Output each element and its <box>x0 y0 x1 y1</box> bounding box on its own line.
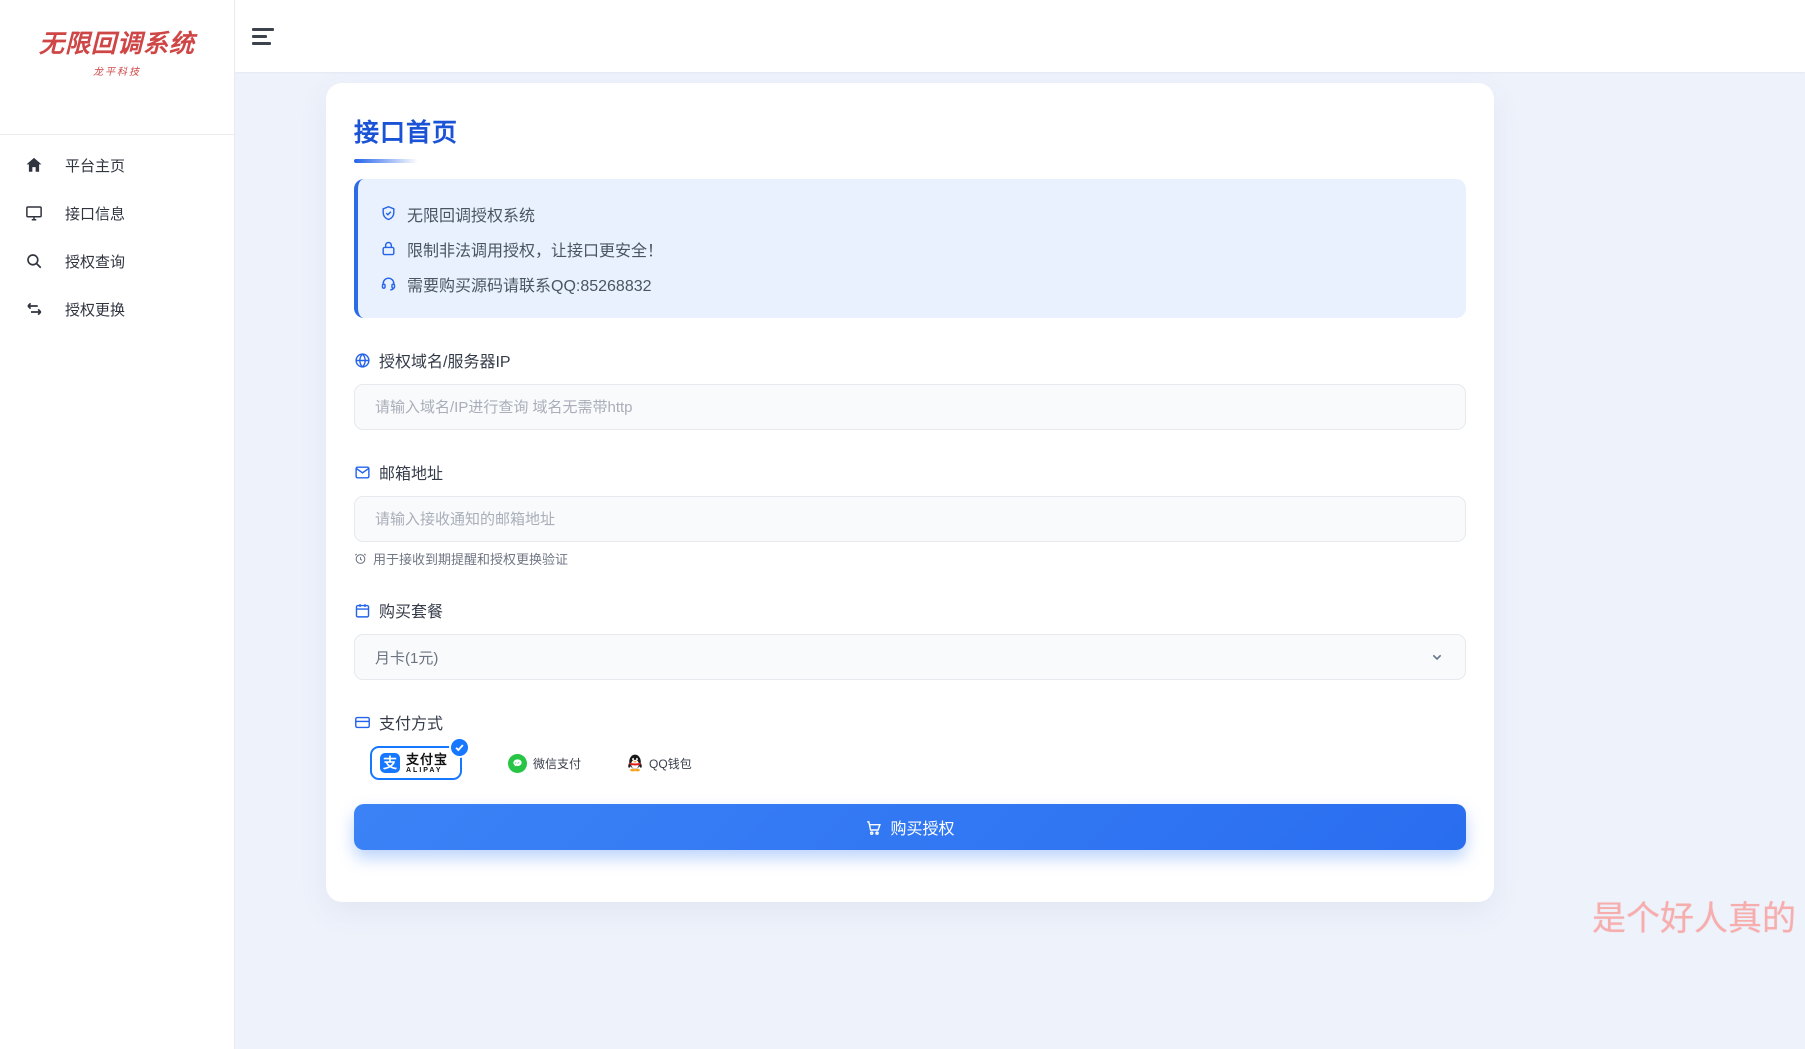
wechat-pay-label: 微信支付 <box>533 755 581 772</box>
logo-title: 无限回调系统 <box>10 30 224 59</box>
logo-subtitle: 龙平科技 <box>10 63 224 78</box>
title-underline <box>354 159 418 163</box>
check-icon <box>454 742 465 753</box>
alipay-name: 支付宝 <box>406 753 448 766</box>
notice-box: 无限回调授权系统 限制非法调用授权，让接口更安全！ 需要购买源码请联系QQ:85… <box>354 179 1466 318</box>
email-input[interactable] <box>354 496 1466 542</box>
monitor-icon <box>25 204 43 222</box>
hamburger-menu-icon[interactable] <box>252 26 276 46</box>
shield-check-icon <box>380 205 397 222</box>
sidebar-item-label: 授权更换 <box>65 299 125 320</box>
sidebar-item-platform-home[interactable]: 平台主页 <box>0 141 234 189</box>
topbar <box>235 0 1805 72</box>
sidebar-item-auth-swap[interactable]: 授权更换 <box>0 285 234 333</box>
payment-options-row: 支 支付宝 ALIPAY 微信支付 <box>354 746 1466 780</box>
lock-icon <box>380 240 397 257</box>
notice-line: 无限回调授权系统 <box>380 196 1444 231</box>
sidebar-item-api-info[interactable]: 接口信息 <box>0 189 234 237</box>
plan-label: 购买套餐 <box>354 598 1466 622</box>
payment-option-alipay[interactable]: 支 支付宝 ALIPAY <box>370 746 462 780</box>
email-field-group: 邮箱地址 用于接收到期提醒和授权更换验证 <box>354 460 1466 568</box>
wechat-pay-icon <box>508 754 527 773</box>
email-label: 邮箱地址 <box>354 460 1466 484</box>
domain-label: 授权域名/服务器IP <box>354 348 1466 372</box>
payment-option-qq[interactable]: QQ钱包 <box>627 754 692 772</box>
notice-text: 无限回调授权系统 <box>407 202 535 226</box>
home-icon <box>25 156 43 174</box>
cart-icon <box>865 819 882 836</box>
search-icon <box>25 252 43 270</box>
sidebar-item-label: 授权查询 <box>65 251 125 272</box>
notice-text: 需要购买源码请联系QQ:85268832 <box>407 272 652 296</box>
calendar-icon <box>354 602 371 619</box>
payment-label: 支付方式 <box>354 710 1466 734</box>
payment-field-group: 支付方式 支 支付宝 ALIPAY 微信支 <box>354 710 1466 780</box>
headset-icon <box>380 275 397 292</box>
alipay-sub: ALIPAY <box>406 767 448 774</box>
sidebar: 无限回调系统 龙平科技 平台主页 接口信息 授权查询 授权更换 <box>0 0 235 1049</box>
alipay-logo-icon: 支 <box>380 753 400 773</box>
notice-line: 限制非法调用授权，让接口更安全！ <box>380 231 1444 266</box>
logo: 无限回调系统 龙平科技 <box>0 0 234 135</box>
qq-wallet-icon <box>627 754 643 772</box>
domain-field-group: 授权域名/服务器IP <box>354 348 1466 430</box>
plan-field-group: 购买套餐 月卡(1元) <box>354 598 1466 680</box>
watermark-text: 是个好人真的 <box>1592 891 1796 940</box>
page-title: 接口首页 <box>354 113 1466 149</box>
chevron-down-icon <box>1429 649 1445 665</box>
plan-selected-value: 月卡(1元) <box>375 647 438 668</box>
globe-icon <box>354 352 371 369</box>
qq-wallet-label: QQ钱包 <box>649 755 692 772</box>
main-content: 接口首页 无限回调授权系统 限制非法调用授权，让接口更安全！ 需要购买源码请联系… <box>235 72 1805 1049</box>
buy-authorization-button[interactable]: 购买授权 <box>354 804 1466 850</box>
sidebar-item-label: 平台主页 <box>65 155 125 176</box>
mail-icon <box>354 464 371 481</box>
alarm-clock-icon <box>354 552 367 565</box>
plan-select[interactable]: 月卡(1元) <box>354 634 1466 680</box>
notice-line: 需要购买源码请联系QQ:85268832 <box>380 266 1444 301</box>
selected-check-badge <box>449 737 470 758</box>
swap-icon <box>25 300 43 318</box>
sidebar-item-auth-query[interactable]: 授权查询 <box>0 237 234 285</box>
notice-text: 限制非法调用授权，让接口更安全！ <box>407 237 663 261</box>
payment-option-wechat[interactable]: 微信支付 <box>508 754 581 773</box>
sidebar-menu: 平台主页 接口信息 授权查询 授权更换 <box>0 135 234 333</box>
domain-input[interactable] <box>354 384 1466 430</box>
email-help: 用于接收到期提醒和授权更换验证 <box>354 549 1466 568</box>
sidebar-item-label: 接口信息 <box>65 203 125 224</box>
credit-card-icon <box>354 714 371 731</box>
api-home-card: 接口首页 无限回调授权系统 限制非法调用授权，让接口更安全！ 需要购买源码请联系… <box>326 83 1494 902</box>
